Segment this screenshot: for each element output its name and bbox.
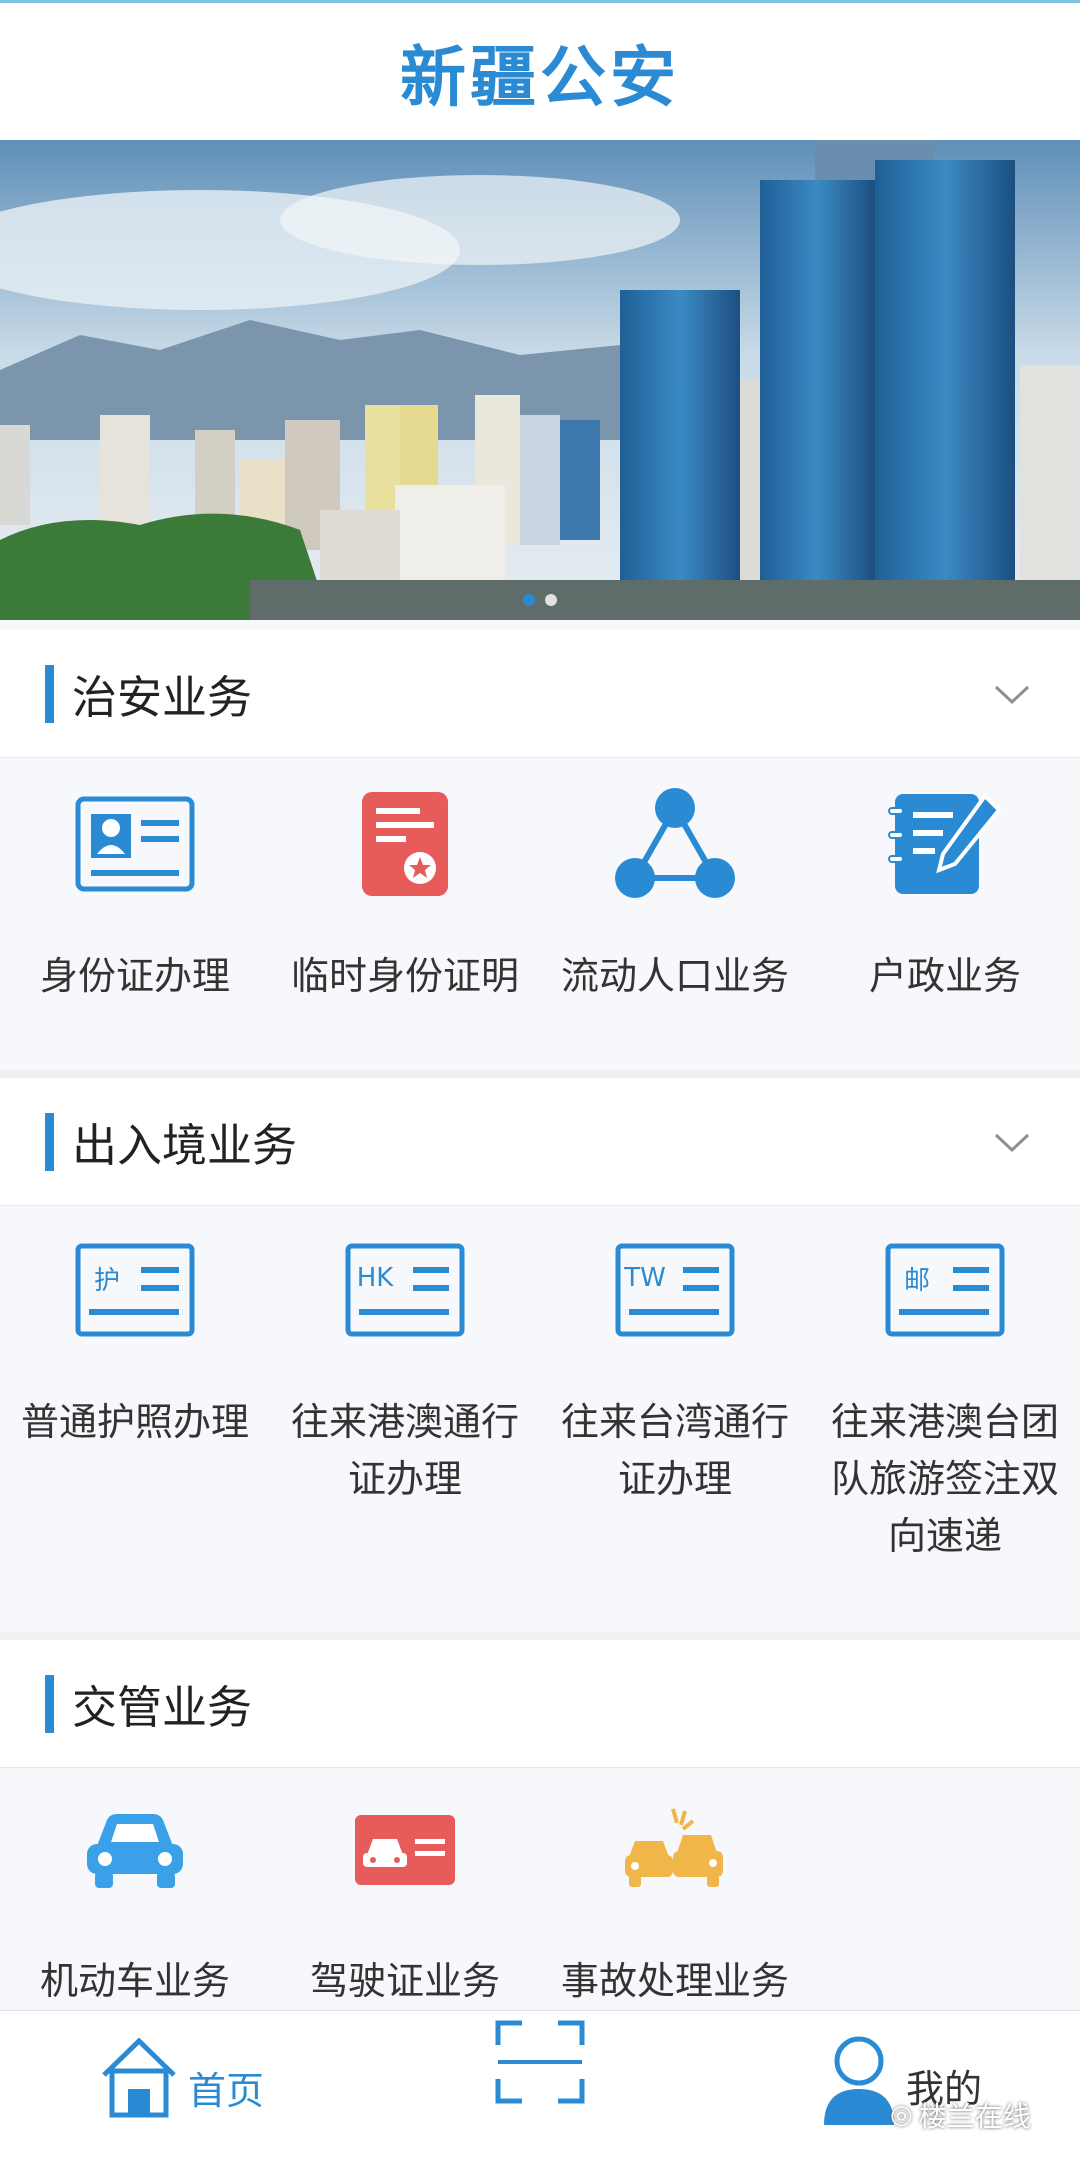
user-icon: [824, 2036, 894, 2125]
service-label: 临时身份证明: [290, 954, 519, 998]
section-accent-bar: [45, 664, 54, 723]
passport-badge: 护: [93, 1265, 120, 1296]
driver-license-icon: [340, 1790, 470, 1909]
accident-icon: [610, 1790, 740, 1909]
service-item-floating-population[interactable]: 流动人口业务: [540, 766, 810, 1070]
service-item-household-register[interactable]: 户政业务: [810, 766, 1080, 1070]
service-item-temp-certificate[interactable]: 临时身份证明: [270, 766, 540, 1070]
service-item-passport[interactable]: 治安业务 护 普通护照办理: [0, 1212, 270, 1642]
service-label: 驾驶证业务: [309, 1959, 500, 2003]
carousel-dot-active[interactable]: [523, 594, 535, 606]
section-accent-bar: [45, 1674, 54, 1733]
service-grid-traffic: 机动车业务 驾驶证业务 事故处理业务: [0, 1772, 1080, 2010]
car-icon: [70, 1790, 200, 1909]
service-item-driver-license[interactable]: 驾驶证业务: [270, 1772, 540, 2010]
section-header-traffic[interactable]: 交管业务: [0, 1640, 1080, 1768]
banner-carousel[interactable]: [0, 140, 1080, 620]
chevron-down-icon[interactable]: [992, 1122, 1032, 1162]
section-title: 治安业务: [72, 671, 253, 724]
service-label: 机动车业务: [39, 1959, 230, 2003]
city-skyline-photo: [0, 140, 1080, 620]
service-item-vehicle[interactable]: 机动车业务: [0, 1772, 270, 2010]
service-item-taiwan-permit[interactable]: TW 往来台湾通行证办理: [540, 1212, 810, 1642]
passport-icon: 治安业务 护: [70, 1230, 200, 1350]
service-label: 往来台湾通行证办理: [560, 1400, 789, 1501]
tab-scan[interactable]: [492, 2017, 588, 2111]
app-title: 新疆公安: [400, 38, 680, 116]
home-icon: [102, 2037, 176, 2118]
section-header-public-security[interactable]: 治安业务: [0, 630, 1080, 758]
service-label: 事故处理业务: [560, 1959, 789, 2003]
app-header: 新疆公安: [0, 0, 1080, 140]
carousel-dot[interactable]: [545, 594, 557, 606]
hk-macao-permit-icon: HK: [340, 1230, 470, 1350]
service-label: 往来港澳通行证办理: [290, 1400, 519, 1501]
express-mail-icon: 邮: [880, 1230, 1010, 1350]
watermark-text: 楼兰在线: [918, 2100, 1031, 2133]
service-item-hk-macao-permit[interactable]: HK 往来港澳通行证办理: [270, 1212, 540, 1642]
service-label: 身份证办理: [39, 954, 230, 998]
household-register-icon: [880, 784, 1010, 904]
service-item-accident[interactable]: 事故处理业务: [540, 1772, 810, 2010]
chevron-down-icon[interactable]: [992, 674, 1032, 714]
service-item-express-mail[interactable]: 邮 往来港澳台团队旅游签注双向速递: [810, 1212, 1080, 1642]
scan-icon: [495, 2020, 585, 2104]
carousel-dots: [0, 594, 1080, 606]
tab-home[interactable]: 首页: [98, 2035, 264, 2121]
service-grid-exit-entry: 治安业务 护 普通护照办理 HK 往来港澳通行证办理: [0, 1212, 1080, 1642]
section-title: 交管业务: [72, 1681, 253, 1734]
section-divider: [0, 1632, 1080, 1640]
service-label: 户政业务: [868, 954, 1021, 998]
service-grid-public-security: 身份证办理 临时身份证明 流动人口业务 户政业务: [0, 766, 1080, 1070]
section-title: 出入境业务: [72, 1119, 298, 1172]
bottom-tab-bar: 首页 我的: [0, 2010, 1080, 2161]
id-card-icon: [70, 784, 200, 904]
tw-badge: TW: [624, 1263, 666, 1293]
service-label: 普通护照办理: [20, 1400, 249, 1444]
tab-home-label: 首页: [188, 2068, 265, 2113]
taiwan-permit-icon: TW: [610, 1230, 740, 1350]
floating-population-icon: [610, 784, 740, 904]
section-divider: [0, 1070, 1080, 1078]
service-item-id-card[interactable]: 身份证办理: [0, 766, 270, 1070]
wechat-icon: ◎: [890, 2100, 913, 2130]
temporary-certificate-icon: [340, 784, 470, 904]
mail-badge: 邮: [903, 1265, 930, 1296]
section-accent-bar: [45, 1112, 54, 1171]
section-header-exit-entry[interactable]: 出入境业务: [0, 1078, 1080, 1206]
service-label: 流动人口业务: [560, 954, 789, 998]
watermark: ◎ 楼兰在线: [890, 2095, 1031, 2135]
hk-badge: HK: [356, 1263, 394, 1293]
service-item-empty: [810, 1772, 1080, 2010]
service-label: 往来港澳台团队旅游签注双向速递: [830, 1400, 1059, 1558]
